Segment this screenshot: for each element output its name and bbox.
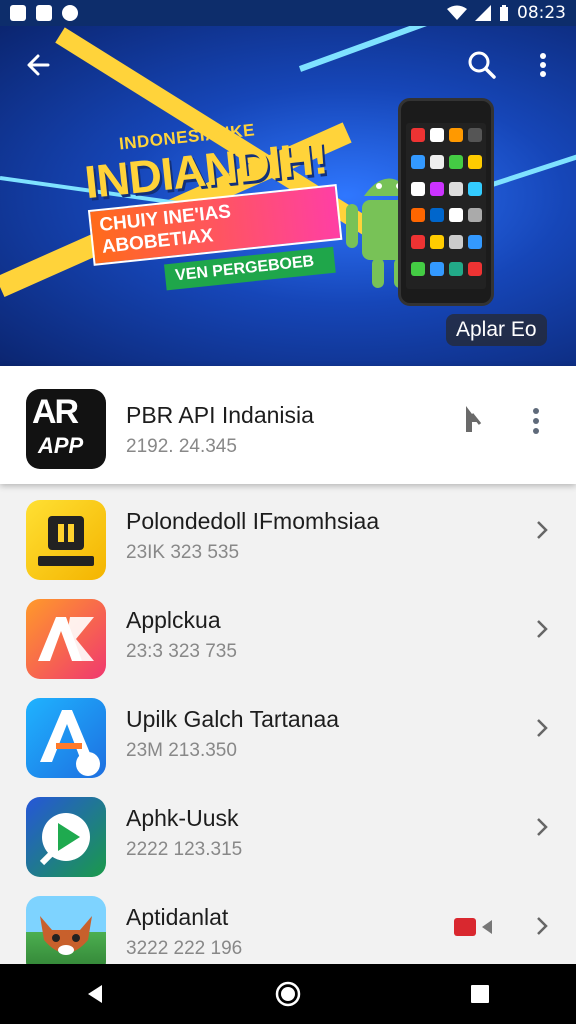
square-recents-icon [471, 985, 489, 1003]
chevron-right-icon [537, 818, 548, 836]
status-bar: 08:23 [0, 0, 576, 26]
app-subtitle: 3222 222 196 [126, 938, 243, 959]
nav-back-button[interactable] [66, 964, 126, 1024]
list-item[interactable]: Polondedoll IFmomhsiaa 23IK 323 535 [0, 484, 576, 583]
featured-icon-text-top: AR [32, 393, 79, 431]
search-button[interactable] [462, 46, 502, 86]
app-list: Polondedoll IFmomhsiaa 23IK 323 535 Appl… [0, 484, 576, 979]
system-nav-bar [0, 964, 576, 1024]
chevron-right-icon [537, 917, 548, 935]
hero-banner: INDONESIANKE INDIANDIH! CHUIY INE'IAS AB… [0, 26, 576, 366]
chat-notification-icon [62, 5, 78, 21]
chevron-right-icon [537, 719, 548, 737]
download-icon [466, 406, 482, 432]
featured-download-button[interactable] [458, 402, 488, 436]
list-item[interactable]: Aphk-Uusk 2222 123.315 [0, 781, 576, 880]
nav-recents-button[interactable] [450, 964, 510, 1024]
battery-icon [500, 5, 508, 21]
list-item[interactable]: Applckua 23:3 323 735 [0, 583, 576, 682]
featured-app-subtitle: 2192. 24.345 [126, 436, 237, 457]
app-subtitle: 23:3 323 735 [126, 641, 237, 662]
status-notifications [10, 5, 78, 21]
featured-icon-text-bottom: APP [38, 433, 84, 458]
featured-more-button[interactable] [524, 404, 548, 438]
more-vert-icon [540, 53, 546, 77]
nav-home-button[interactable] [258, 964, 318, 1024]
home-circle-icon [275, 981, 301, 1007]
app-subtitle: 23M 213.350 [126, 740, 237, 761]
app-subtitle: 23IK 323 535 [126, 542, 240, 563]
more-options-button[interactable] [528, 46, 558, 86]
app-title: Polondedoll IFmomhsiaa [126, 508, 380, 534]
status-system: 08:23 [447, 3, 566, 23]
gallery-notification-icon [10, 5, 26, 21]
app-subtitle: 2222 123.315 [126, 839, 243, 860]
ar-app-logo-icon: AR APP [26, 389, 106, 469]
app-title: Aptidanlat [126, 904, 229, 930]
phone-illustration [398, 98, 494, 306]
app-title: Upilk Galch Tartanaa [126, 706, 340, 732]
triangle-back-icon [88, 985, 102, 1003]
share-badge-icon [454, 918, 492, 936]
banner-badge: Aplar Eo [446, 314, 547, 346]
wifi-icon [447, 5, 467, 20]
chevron-right-icon [537, 521, 548, 539]
chevron-right-icon [537, 620, 548, 638]
a-logo-icon [26, 698, 106, 778]
camera-logo-icon [26, 500, 106, 580]
instagram-notification-icon [36, 5, 52, 21]
app-title: Applckua [126, 607, 221, 633]
ak-logo-icon [26, 599, 106, 679]
featured-app-title: PBR API Indanisia [126, 402, 314, 428]
status-time: 08:23 [517, 3, 566, 23]
list-item[interactable]: Upilk Galch Tartanaa 23M 213.350 [0, 682, 576, 781]
back-button[interactable] [18, 46, 58, 86]
arrow-left-icon [27, 54, 50, 76]
signal-icon [475, 5, 491, 21]
featured-app-card[interactable]: AR APP PBR API Indanisia 2192. 24.345 [0, 366, 576, 484]
banner-headline-group: INDONESIANKE INDIANDIH! CHUIY INE'IAS AB… [80, 110, 365, 297]
more-vert-icon [533, 408, 539, 434]
app-title: Aphk-Uusk [126, 805, 239, 831]
play-logo-icon [26, 797, 106, 877]
search-icon [468, 51, 496, 79]
